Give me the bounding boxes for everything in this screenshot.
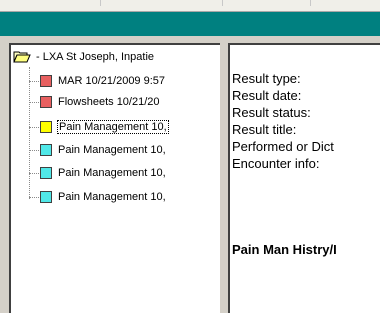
panel-splitter[interactable] [220, 43, 228, 304]
tree-connector [29, 149, 39, 151]
result-detail-pane: Result type: Result date: Result status:… [228, 43, 380, 313]
tree-item-label: Pain Management 10, [58, 191, 166, 203]
tree-item-pain-management[interactable]: Pain Management 10, [29, 189, 167, 205]
tree-item-pain-management[interactable]: Pain Management 10, [29, 165, 167, 181]
tree-item-pain-management-selected[interactable]: Pain Management 10, [29, 119, 169, 135]
result-date-label: Result date: [232, 88, 302, 103]
document-status-icon [40, 191, 52, 203]
document-status-icon [40, 167, 52, 179]
document-title: Pain Man Histry/I [232, 242, 337, 257]
performed-by-label: Performed or Dict [232, 139, 334, 154]
tree-root-label: - LXA St Joseph, Inpatie [36, 51, 155, 63]
column-divider [100, 0, 101, 6]
header-bar [0, 12, 380, 36]
document-status-icon [40, 121, 52, 133]
tree-connector [29, 101, 39, 103]
document-tree[interactable]: - LXA St Joseph, Inpatie MAR 10/21/2009 … [9, 43, 220, 313]
result-status-label: Result status: [232, 105, 311, 120]
column-divider [222, 0, 223, 6]
tree-item-pain-management[interactable]: Pain Management 10, [29, 142, 167, 158]
document-status-icon [40, 144, 52, 156]
tree-connector [29, 172, 39, 174]
result-title-label: Result title: [232, 122, 297, 137]
document-status-icon [40, 75, 52, 87]
tree-item-label: MAR 10/21/2009 9:57 [58, 75, 166, 87]
tree-root[interactable]: - LXA St Joseph, Inpatie [13, 49, 154, 65]
tree-item-flowsheets[interactable]: Flowsheets 10/21/20 [29, 94, 161, 110]
column-divider [310, 0, 311, 6]
encounter-info-label: Encounter info: [232, 156, 320, 171]
tree-connector [29, 80, 39, 82]
top-strip [0, 0, 380, 12]
result-type-label: Result type: [232, 71, 301, 86]
tree-item-label: Pain Management 10, [58, 144, 166, 156]
tree-item-label: Flowsheets 10/21/20 [58, 96, 160, 108]
tree-item-label: Pain Management 10, [58, 167, 166, 179]
tree-item-label: Pain Management 10, [57, 120, 169, 134]
tree-connector [29, 126, 39, 128]
tree-connector [29, 196, 39, 198]
tree-item-mar[interactable]: MAR 10/21/2009 9:57 [29, 73, 166, 89]
document-status-icon [40, 96, 52, 108]
open-folder-icon [13, 50, 31, 64]
